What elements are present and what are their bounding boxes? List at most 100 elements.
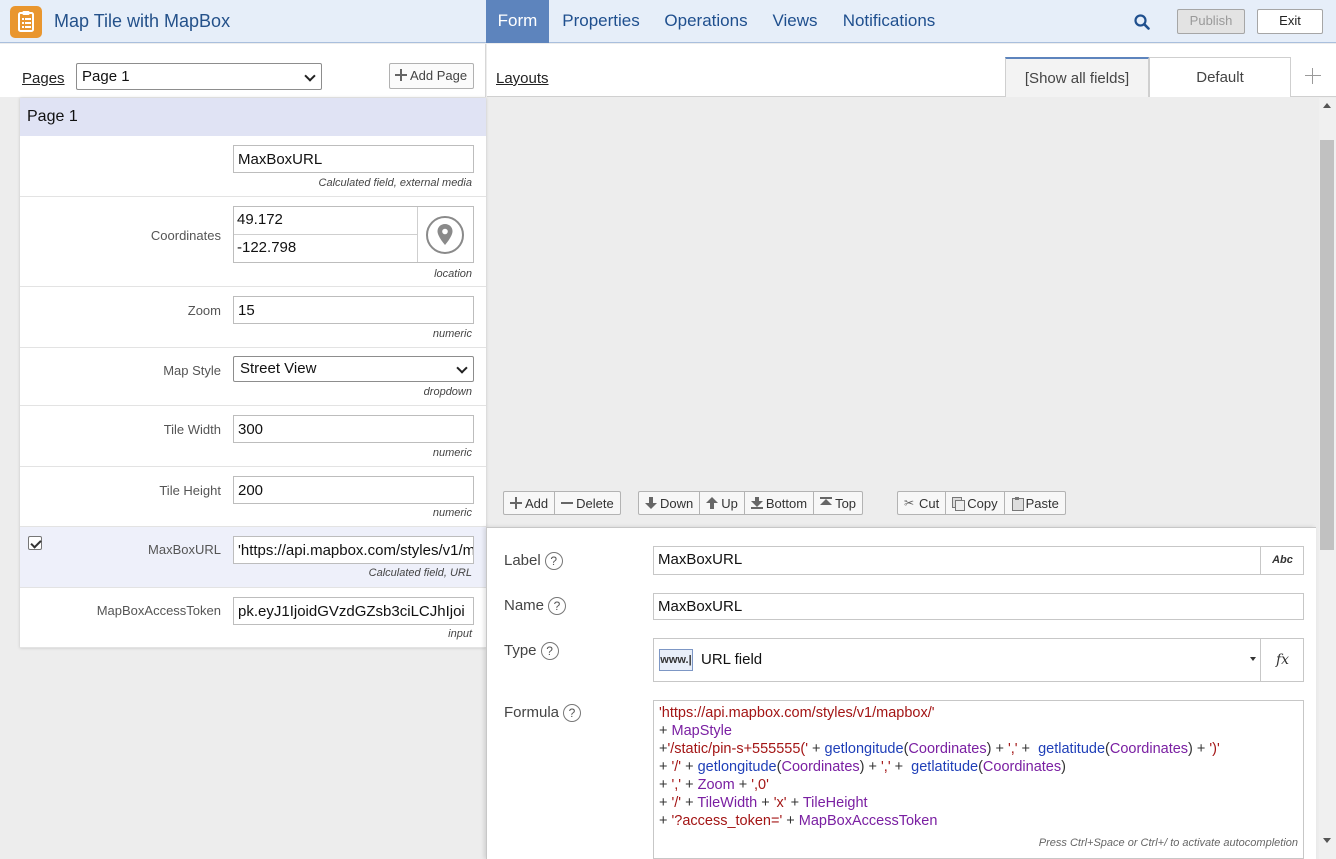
help-icon[interactable]: ? — [544, 552, 563, 570]
text-format-button[interactable]: Abc — [1260, 546, 1304, 575]
field-label: Tile Height — [159, 483, 221, 498]
autocomplete-hint: Press Ctrl+Space or Ctrl+/ to activate a… — [1038, 837, 1298, 849]
scrollbar-thumb[interactable] — [1320, 140, 1334, 550]
formula-token: ',0' — [751, 777, 769, 793]
formula-token: ) — [1061, 759, 1066, 775]
tab-notifications[interactable]: Notifications — [834, 0, 944, 43]
arrow-top-icon — [820, 497, 833, 509]
field-label: Zoom — [187, 303, 221, 318]
exit-button[interactable]: Exit — [1257, 9, 1323, 34]
move-down-button[interactable]: Down — [639, 492, 701, 514]
chevron-down-icon — [456, 362, 468, 374]
formula-token: 'x' — [773, 795, 787, 811]
maxboxurl-input[interactable]: 'https://api.mapbox.com/styles/v1/mapbox… — [233, 536, 474, 564]
page-header — [20, 98, 486, 136]
type-caption-text: Type — [504, 642, 537, 659]
help-icon[interactable]: ? — [563, 704, 582, 722]
tab-properties[interactable]: Properties — [553, 0, 649, 43]
map-style-select[interactable]: Street View — [233, 356, 474, 382]
copy-button[interactable]: Copy — [946, 492, 1005, 514]
label-caption-text: Label — [504, 552, 541, 569]
tab-views[interactable]: Views — [764, 0, 826, 43]
bottom-label: Bottom — [765, 495, 808, 511]
location-pin-icon[interactable] — [425, 215, 465, 255]
formula-token: + — [659, 723, 672, 739]
formula-token: Coordinates — [781, 759, 860, 775]
formula-line: + '/' + TileWidth + 'x' + TileHeight — [659, 795, 868, 811]
paste-label: Paste — [1025, 495, 1059, 511]
publish-button[interactable]: Publish — [1177, 9, 1245, 34]
latitude-input[interactable]: 49.172 — [237, 211, 283, 228]
page-select-value: Page 1 — [82, 68, 130, 85]
caret-down-icon[interactable] — [1250, 657, 1256, 661]
field-label: Coordinates — [150, 228, 221, 243]
formula-token: Coordinates — [982, 759, 1062, 775]
layouts-link[interactable]: Layouts — [496, 70, 549, 87]
tab-form[interactable]: Form — [486, 0, 549, 43]
scissors-icon: ✂ — [904, 496, 915, 510]
access-token-input[interactable]: pk.eyJ1IjoidGVzdGZsb3ciLCJhIjoi — [233, 597, 474, 625]
add-page-label: Add Page — [410, 68, 468, 83]
add-field-button[interactable]: Add — [504, 492, 556, 514]
layout-tab-show-all-fields[interactable]: [Show all fields] — [1005, 57, 1149, 97]
label-input[interactable]: MaxBoxURL — [653, 546, 1304, 575]
media-field-input[interactable]: MaxBoxURL — [233, 145, 474, 173]
formula-token: '?access_token=' — [671, 813, 783, 829]
top-label: Top — [835, 495, 857, 511]
formula-line: + MapStyle — [659, 723, 732, 739]
formula-caption: Formula? — [504, 704, 582, 722]
add-page-button[interactable]: Add Page — [389, 63, 474, 89]
formula-caption-text: Formula — [504, 704, 560, 721]
field-hint: Calculated field, external media — [318, 177, 472, 189]
formula-token: ) + — [986, 741, 1008, 757]
formula-line: + '/' + getlongitude(Coordinates) + ',' … — [659, 759, 1066, 775]
layout-tab-default[interactable]: Default — [1149, 57, 1291, 97]
arrow-down-icon — [645, 497, 657, 509]
formula-token: '/' — [671, 759, 682, 775]
formula-token: ) + — [1188, 741, 1210, 757]
formula-token: + — [757, 795, 774, 811]
field-hint: numeric — [432, 507, 472, 519]
help-icon[interactable]: ? — [548, 597, 567, 615]
tile-height-input[interactable]: 200 — [233, 476, 474, 504]
search-icon[interactable] — [1131, 11, 1153, 33]
up-label: Up — [721, 495, 738, 511]
name-input[interactable]: MaxBoxURL — [653, 593, 1304, 620]
longitude-input[interactable]: -122.798 — [237, 239, 296, 256]
field-label: Tile Width — [163, 422, 221, 437]
paste-button[interactable]: Paste — [1005, 492, 1065, 514]
tab-operations[interactable]: Operations — [656, 0, 756, 43]
formula-token: ',' — [1007, 741, 1018, 757]
formula-token: ',' — [671, 777, 682, 793]
scroll-up-icon[interactable] — [1323, 103, 1331, 108]
formula-token: '/static/pin-s+555555(' — [667, 741, 809, 757]
cut-button[interactable]: ✂ Cut — [898, 492, 947, 514]
zoom-input[interactable]: 15 — [233, 296, 474, 324]
add-layout-icon[interactable] — [1305, 68, 1321, 84]
formula-token: ')' — [1209, 741, 1220, 757]
page-select[interactable]: Page 1 — [76, 63, 322, 90]
formula-token: TileWidth — [697, 795, 758, 811]
formula-token: TileHeight — [802, 795, 868, 811]
move-up-button[interactable]: Up — [700, 492, 745, 514]
help-icon[interactable]: ? — [540, 642, 559, 660]
delete-field-button[interactable]: Delete — [555, 492, 620, 514]
paste-icon — [1011, 497, 1024, 511]
move-bottom-button[interactable]: Bottom — [745, 492, 815, 514]
formula-token: + — [890, 759, 912, 775]
fx-button[interactable]: fx — [1260, 639, 1304, 681]
formula-token: MapBoxAccessToken — [798, 813, 938, 829]
pages-link[interactable]: Pages — [22, 70, 65, 87]
scroll-down-icon[interactable] — [1323, 838, 1331, 843]
formula-token: Coordinates — [908, 741, 987, 757]
move-top-button[interactable]: Top — [814, 492, 862, 514]
formula-token: + — [659, 777, 672, 793]
field-hint: numeric — [432, 447, 472, 459]
tile-width-input[interactable]: 300 — [233, 415, 474, 443]
formula-line: +'/static/pin-s+555555(' + getlongitude(… — [659, 741, 1220, 757]
divider — [234, 234, 417, 235]
field-label: MaxBoxURL — [148, 542, 221, 557]
formula-token: 'https://api.mapbox.com/styles/v1/mapbox… — [659, 705, 935, 721]
field-label: MapBoxAccessToken — [96, 603, 221, 618]
formula-token: + — [786, 795, 803, 811]
